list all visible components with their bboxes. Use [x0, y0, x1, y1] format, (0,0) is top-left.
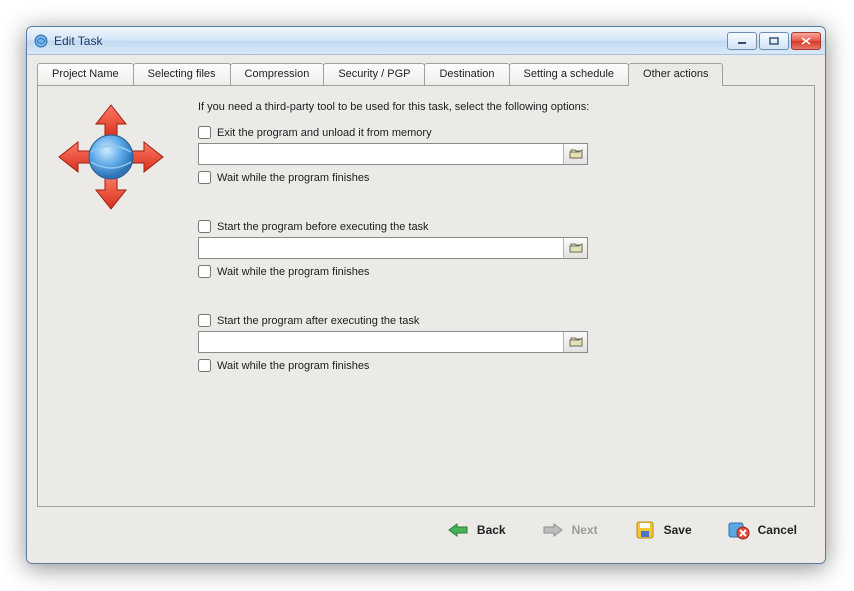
tab-page-other-actions: If you need a third-party tool to be use…	[37, 85, 815, 507]
tab-schedule[interactable]: Setting a schedule	[509, 63, 630, 85]
check-wait-1[interactable]	[198, 171, 211, 184]
arrow-left-icon	[447, 519, 469, 541]
path-row-2	[198, 237, 588, 259]
check-exit-program[interactable]	[198, 126, 211, 139]
path-input-1[interactable]	[199, 144, 563, 164]
client-area: Project Name Selecting files Compression…	[27, 55, 825, 563]
window-title: Edit Task	[54, 34, 102, 48]
edit-task-window: Edit Task Project Name Selecting files C…	[26, 26, 826, 564]
tab-compression[interactable]: Compression	[230, 63, 325, 85]
tab-security-pgp[interactable]: Security / PGP	[323, 63, 425, 85]
check-wait-3[interactable]	[198, 359, 211, 372]
maximize-button[interactable]	[759, 32, 789, 50]
check-start-before[interactable]	[198, 220, 211, 233]
next-label: Next	[572, 523, 598, 537]
path-row-1	[198, 143, 588, 165]
back-button[interactable]: Back	[447, 519, 506, 541]
intro-text: If you need a third-party tool to be use…	[198, 100, 628, 114]
app-icon	[33, 33, 49, 49]
check-start-after[interactable]	[198, 314, 211, 327]
check-start-before-label: Start the program before executing the t…	[217, 221, 429, 233]
close-button[interactable]	[791, 32, 821, 50]
browse-button-1[interactable]	[563, 144, 587, 164]
tab-other-actions[interactable]: Other actions	[628, 63, 723, 85]
folder-open-icon	[569, 336, 583, 348]
arrow-right-icon	[542, 519, 564, 541]
check-start-after-label: Start the program after executing the ta…	[217, 315, 419, 327]
check-wait-3-label: Wait while the program finishes	[217, 360, 369, 372]
cancel-icon	[728, 519, 750, 541]
save-label: Save	[664, 523, 692, 537]
save-button[interactable]: Save	[634, 519, 692, 541]
cancel-button[interactable]: Cancel	[728, 519, 797, 541]
tab-destination[interactable]: Destination	[424, 63, 509, 85]
tabstrip: Project Name Selecting files Compression…	[37, 63, 815, 85]
titlebar: Edit Task	[27, 27, 825, 55]
next-button: Next	[542, 519, 598, 541]
path-input-3[interactable]	[199, 332, 563, 352]
browse-button-3[interactable]	[563, 332, 587, 352]
floppy-disk-icon	[634, 519, 656, 541]
browse-button-2[interactable]	[563, 238, 587, 258]
tab-selecting-files[interactable]: Selecting files	[133, 63, 231, 85]
back-label: Back	[477, 523, 506, 537]
side-illustration	[56, 100, 176, 488]
path-row-3	[198, 331, 588, 353]
tab-project-name[interactable]: Project Name	[37, 63, 134, 85]
folder-open-icon	[569, 148, 583, 160]
form-area: If you need a third-party tool to be use…	[198, 100, 796, 488]
minimize-button[interactable]	[727, 32, 757, 50]
footer: Back Next Save	[37, 507, 815, 553]
check-wait-2[interactable]	[198, 265, 211, 278]
cancel-label: Cancel	[758, 523, 797, 537]
check-wait-2-label: Wait while the program finishes	[217, 266, 369, 278]
path-input-2[interactable]	[199, 238, 563, 258]
folder-open-icon	[569, 242, 583, 254]
check-exit-program-label: Exit the program and unload it from memo…	[217, 127, 432, 139]
check-wait-1-label: Wait while the program finishes	[217, 172, 369, 184]
